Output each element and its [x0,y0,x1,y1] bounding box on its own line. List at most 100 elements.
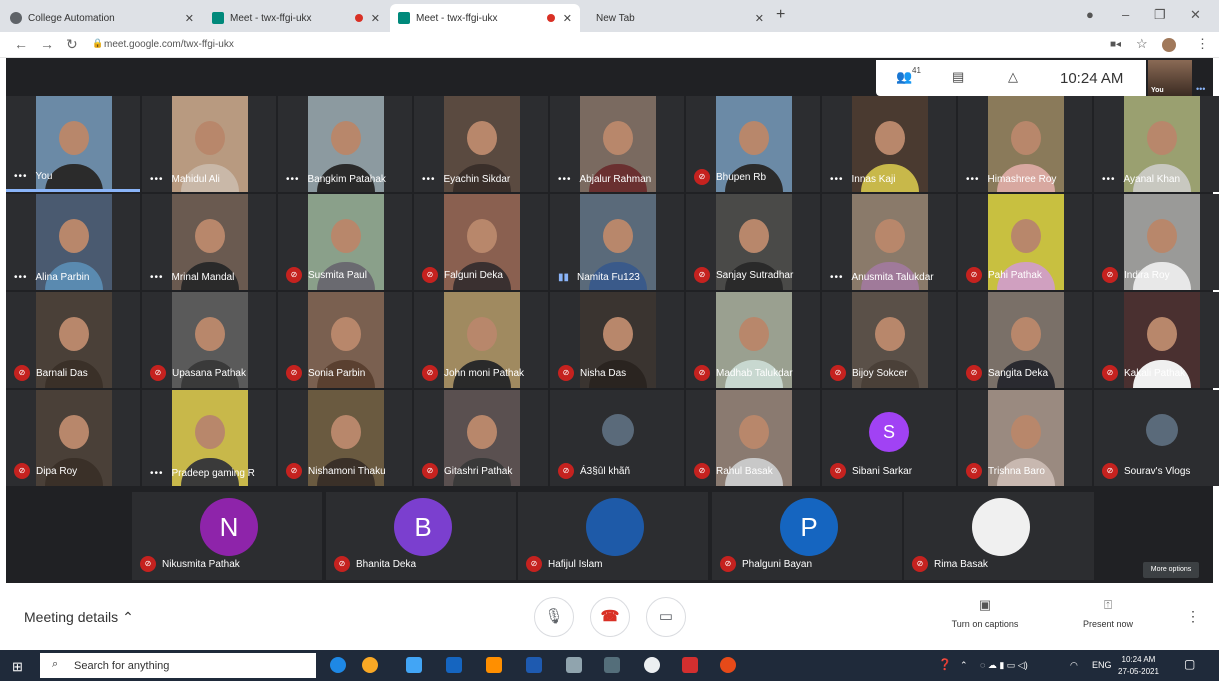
participant-tile[interactable]: ••• Pradeep gaming R [142,390,276,486]
present-now-button[interactable]: ⍐ Present now [1068,597,1148,629]
participant-tile[interactable]: ••• Innas Kaji [822,96,956,192]
participant-tile[interactable]: ⊘ Dipa Roy [6,390,140,486]
taskbar-search[interactable]: ⌕ Search for anything [40,653,316,678]
profile-circle-icon[interactable]: ● [1086,7,1094,22]
wifi-icon[interactable]: ◠ [1070,660,1078,671]
participant-tile[interactable]: ⊘ Trishna Baro [958,390,1092,486]
participant-tile[interactable]: ⊘ Indira Roy [1094,194,1219,290]
settings-icon[interactable] [644,657,660,673]
self-more-icon[interactable]: ••• [1196,84,1205,94]
participant-tile[interactable]: ••• Abjalur Rahman [550,96,684,192]
participant-tile[interactable]: ⊘ John moni Pathak [414,292,548,388]
participant-tile[interactable]: P ⊘ Phalguni Bayan [712,492,902,580]
participant-tile[interactable]: ⊘ Pahi Pathak [958,194,1092,290]
close-icon[interactable]: ✕ [371,12,380,25]
more-dots-icon[interactable]: ••• [150,272,164,283]
meeting-details-button[interactable]: Meeting details ⌃ [24,609,134,626]
back-icon[interactable]: ← [14,36,28,52]
participant-tile[interactable]: ••• You [6,96,140,192]
participant-tile[interactable]: ••• Eyachin Sikdar [414,96,548,192]
more-dots-icon[interactable]: ••• [286,174,300,185]
participant-tile[interactable]: ••• Alina Parbin [6,194,140,290]
close-window-icon[interactable]: ✕ [1190,7,1201,23]
leave-call-button[interactable]: ☎ [590,597,630,637]
participant-tile[interactable]: B ⊘ Bhanita Deka [326,492,516,580]
more-dots-icon[interactable]: ••• [558,174,572,185]
participant-tile[interactable]: ••• Bangkim Patahak [278,96,412,192]
more-dots-icon[interactable]: ••• [1102,174,1116,185]
participant-tile[interactable]: ⊘ Susmita Paul [278,194,412,290]
participant-tile[interactable]: ⊘ Kakali Pathak [1094,292,1219,388]
participant-tile[interactable]: ▮▮ Namita Fu123 [550,194,684,290]
bookmark-star-icon[interactable]: ☆ [1136,36,1148,52]
participant-tile[interactable]: ⊘ Nishamoni Thaku [278,390,412,486]
participant-tile[interactable]: ⊘ Sourav's Vlogs [1094,390,1219,486]
participant-tile[interactable]: ⊘ Gitashri Pathak [414,390,548,486]
participant-tile[interactable]: ⊘ Barnali Das [6,292,140,388]
captions-button[interactable]: ▣ Turn on captions [940,597,1030,629]
self-view-thumbnail[interactable]: You [1148,60,1192,96]
media-icon[interactable] [720,657,736,673]
participant-tile[interactable]: ⊘ Sanjay Sutradhar [686,194,820,290]
participant-tile[interactable]: ⊘ Sangita Deka [958,292,1092,388]
microphone-button[interactable]: 🎙 [534,597,574,637]
participant-tile[interactable]: ••• Mrinal Mandal [142,194,276,290]
participant-tile[interactable]: ⊘ Rima Basak [904,492,1094,580]
more-dots-icon[interactable]: ••• [422,174,436,185]
mail-icon[interactable] [446,657,462,673]
tab-meet-1[interactable]: Meet - twx-ffgi-ukx ✕ [204,4,388,32]
participant-tile[interactable]: ⊘ Á3§ûl khãñ [550,390,684,486]
participant-tile[interactable]: ⊘ Nisha Das [550,292,684,388]
participant-tile[interactable]: ⊘ Sonia Parbin [278,292,412,388]
help-icon[interactable]: ❓ [938,658,952,671]
participant-tile[interactable]: N ⊘ Nikusmita Pathak [132,492,322,580]
camera-button[interactable]: ▭ [646,597,686,637]
edge-icon[interactable] [330,657,346,673]
taskbar-clock[interactable]: 10:24 AM 27-05-2021 [1118,654,1159,678]
new-tab-plus-icon[interactable]: + [776,6,785,24]
more-dots-icon[interactable]: ••• [14,171,28,182]
chrome-icon[interactable] [362,657,378,673]
more-dots-icon[interactable]: ••• [830,174,844,185]
activities-icon[interactable]: △ [1008,69,1018,85]
maximize-icon[interactable]: ❐ [1154,7,1166,23]
tab-college-automation[interactable]: College Automation ✕ [2,4,202,32]
more-dots-icon[interactable]: ••• [966,174,980,185]
more-dots-icon[interactable]: ••• [150,468,164,479]
close-icon[interactable]: ✕ [185,12,194,25]
profile-avatar[interactable] [1162,38,1176,52]
reload-icon[interactable]: ↻ [66,36,78,53]
acrobat-icon[interactable] [682,657,698,673]
participant-tile[interactable]: S ⊘ Sibani Sarkar [822,390,956,486]
participant-tile[interactable]: ••• Himashree Roy [958,96,1092,192]
chat-icon[interactable]: ▤ [952,69,964,85]
camera-app-icon[interactable] [604,657,620,673]
language-indicator[interactable]: ENG [1092,660,1112,670]
more-dots-icon[interactable]: ••• [150,174,164,185]
minimize-icon[interactable]: – [1122,7,1129,22]
tab-new-tab[interactable]: New Tab ✕ [582,4,772,32]
url-field[interactable]: meet.google.com/twx-ffgi-ukx [104,39,234,50]
participant-tile[interactable]: ⊘ Bhupen Rb [686,96,820,192]
participant-tile[interactable]: ••• Ayanal Khan [1094,96,1219,192]
participant-tile[interactable]: ••• Mahidul Ali [142,96,276,192]
calculator-icon[interactable] [566,657,582,673]
close-icon[interactable]: ✕ [755,12,764,25]
browser-menu-icon[interactable]: ⋮ [1196,36,1209,52]
more-options-icon[interactable]: ⋮ [1186,608,1200,625]
more-dots-icon[interactable]: ••• [830,272,844,283]
camera-in-use-icon[interactable]: ■◂ [1110,39,1121,50]
participant-tile[interactable]: ••• Anusmita Talukdar [822,194,956,290]
close-icon[interactable]: ✕ [563,12,572,25]
participant-tile[interactable]: ⊘ Upasana Pathak [142,292,276,388]
windows-start-icon[interactable]: ⊞ [12,659,23,675]
forward-icon[interactable]: → [40,36,54,52]
people-icon[interactable]: 👥 [896,69,912,85]
chevron-up-tray-icon[interactable]: ⌃ [960,660,968,671]
participant-tile[interactable]: ⊘ Rahul Basak [686,390,820,486]
participant-tile[interactable]: ⊘ Madhab Talukdar [686,292,820,388]
participant-tile[interactable]: ⊘ Falguni Deka [414,194,548,290]
vlc-icon[interactable] [486,657,502,673]
participant-tile[interactable]: ⊘ Hafijul Islam [518,492,708,580]
more-dots-icon[interactable]: ••• [14,272,28,283]
